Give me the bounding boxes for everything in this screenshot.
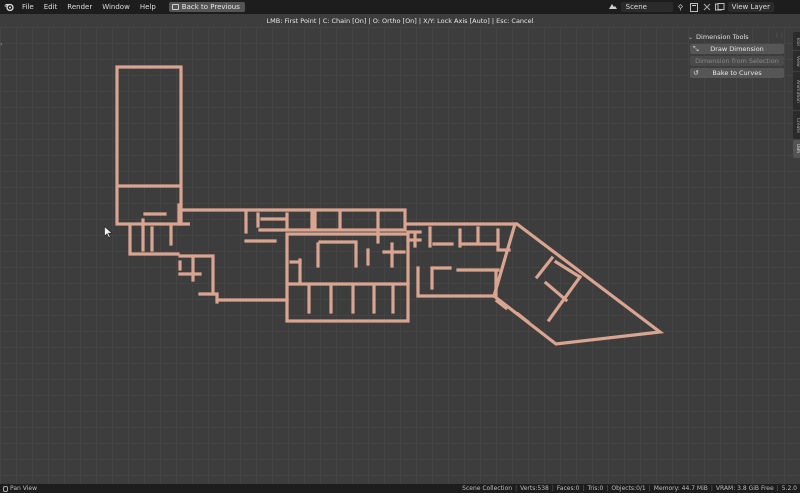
dimension-tools-panel: ⌄ Dimension Tools ⋮⋮ ⤡ Draw Dimension Di… [688,32,788,88]
upper-room-wall [313,208,407,232]
draw-dimension-label: Draw Dimension [710,45,764,53]
tab-dim[interactable]: Dim [793,140,800,158]
panel-title: Dimension Tools [696,33,749,41]
sidebar-tabs: Tool View Animation Create Dim [793,32,800,159]
scene-icon[interactable] [608,2,618,12]
menu-render[interactable]: Render [62,3,97,11]
dimension-from-selection-button[interactable]: Dimension from Selection [690,56,784,66]
view-layer-icon[interactable] [714,2,725,12]
tab-animation[interactable]: Animation [793,72,800,110]
panel-header[interactable]: ⌄ Dimension Tools [688,32,788,42]
bake-to-curves-button[interactable]: ↺ Bake to Curves [690,68,784,78]
status-vram: VRAM: 3.8 GiB Free [715,485,774,492]
window-icon [171,4,179,10]
status-version: 5.2.0 [781,485,797,492]
status-tris: Tris:0 [587,485,604,492]
menu-help[interactable]: Help [135,3,161,11]
main-block-wall [285,232,410,323]
menu-file[interactable]: File [17,3,39,11]
tab-create[interactable]: Create [793,111,800,139]
north-wing-wall [115,65,183,226]
dimension-from-selection-label: Dimension from Selection [695,57,779,65]
scene-name: Scene [625,3,647,11]
status-verts: Verts:538 [520,485,549,492]
tab-tool[interactable]: Tool [793,32,800,50]
draw-dimension-button[interactable]: ⤡ Draw Dimension [690,44,784,54]
workspace-controls: Scene View Layer [608,0,800,14]
status-action: Pan View [10,485,37,492]
measure-icon: ⤡ [693,45,699,53]
3d-viewport[interactable]: › [0,27,800,484]
drag-handle-icon[interactable]: ⋮⋮ [774,32,785,39]
status-collection: Scene Collection [462,485,513,492]
mouse-icon [3,485,8,492]
status-objects: Objects:0/1 [611,485,646,492]
menu-edit[interactable]: Edit [39,3,63,11]
back-to-previous-label: Back to Previous [181,3,240,11]
status-bar: Pan View Scene Collection | Verts:538 | Fa… [0,484,800,493]
chevron-down-icon: ⌄ [688,33,694,41]
menu-window[interactable]: Window [97,3,135,11]
new-scene-icon[interactable] [689,2,699,12]
back-to-previous-button[interactable]: Back to Previous [168,2,245,12]
operator-hint-text: LMB: First Point | C: Chain [On] | O: Or… [266,17,534,25]
top-menu-bar: File Edit Render Window Help Back to Pre… [0,0,800,14]
curve-icon: ↺ [693,69,699,77]
scene-name-field[interactable]: Scene [620,2,673,12]
status-faces: Faces:0 [556,485,580,492]
floor-plan-drawing [115,65,665,346]
pin-icon[interactable] [676,2,686,12]
bake-to-curves-label: Bake to Curves [712,69,762,77]
tab-view[interactable]: View [793,51,800,71]
status-memory: Memory: 44.7 MiB [653,485,708,492]
blender-logo-icon[interactable] [4,2,14,12]
mouse-cursor-icon [104,225,113,240]
view-layer-field[interactable]: View Layer [727,2,774,12]
delete-scene-icon[interactable] [702,2,712,12]
view-layer-name: View Layer [731,3,770,11]
east-wing-wall [492,222,665,346]
